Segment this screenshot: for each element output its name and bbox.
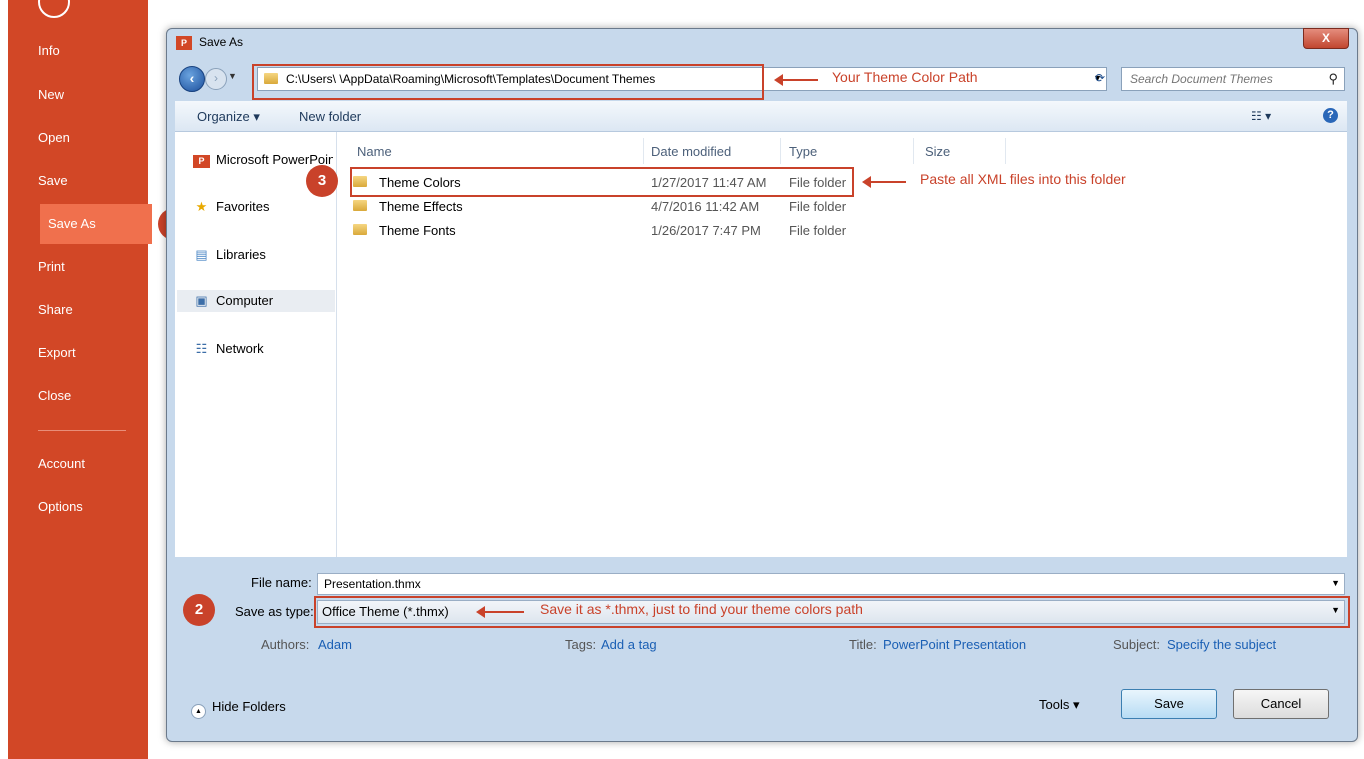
folder-icon: [353, 200, 367, 211]
type-annotation: Save it as *.thmx, just to find your the…: [540, 601, 863, 617]
nav-item-powerpoint[interactable]: P Microsoft PowerPoint: [193, 152, 333, 168]
file-row-theme-fonts[interactable]: Theme Fonts 1/26/2017 7:47 PM File folde…: [351, 218, 1341, 242]
chevron-down-icon[interactable]: ▼: [1331, 578, 1340, 588]
new-folder-button[interactable]: New folder: [299, 109, 361, 124]
title-value[interactable]: PowerPoint Presentation: [883, 637, 1026, 652]
authors-label: Authors:: [261, 637, 310, 652]
tags-label: Tags:: [565, 637, 597, 652]
sidebar-item-print[interactable]: Print: [8, 247, 148, 287]
organize-button[interactable]: Organize ▾: [197, 109, 260, 125]
nav-item-favorites[interactable]: ★ Favorites: [193, 199, 333, 215]
step-2-badge: 2: [183, 594, 215, 626]
back-icon[interactable]: [38, 0, 70, 18]
tags-value[interactable]: Add a tag: [601, 637, 657, 652]
history-dropdown-icon[interactable]: ▼: [228, 71, 237, 81]
column-header-name[interactable]: Name: [357, 144, 392, 159]
subject-value[interactable]: Specify the subject: [1167, 637, 1276, 652]
sidebar-item-options[interactable]: Options: [8, 487, 148, 527]
dialog-title: Save As: [199, 35, 244, 49]
search-icon[interactable]: ⚲: [1328, 71, 1338, 87]
nav-item-network[interactable]: ☷ Network: [193, 341, 333, 357]
forward-arrow-icon[interactable]: ›: [205, 68, 227, 90]
sidebar-item-info[interactable]: Info: [8, 31, 148, 71]
sidebar-item-new[interactable]: New: [8, 75, 148, 115]
sidebar-divider: [38, 430, 126, 431]
sidebar-item-save-as[interactable]: Save As: [40, 204, 152, 244]
authors-value[interactable]: Adam: [318, 637, 352, 652]
computer-icon: ▣: [195, 293, 208, 308]
arrow-left-icon: [862, 176, 906, 188]
column-separator[interactable]: [1005, 138, 1006, 164]
save-button[interactable]: Save: [1121, 689, 1217, 719]
command-toolbar: Organize ▾ New folder ☷ ▾ ?: [175, 101, 1347, 132]
cancel-button[interactable]: Cancel: [1233, 689, 1329, 719]
file-row-theme-effects[interactable]: Theme Effects 4/7/2016 11:42 AM File fol…: [351, 194, 1341, 218]
nav-item-computer[interactable]: ▣ Computer: [177, 290, 335, 312]
sidebar-item-save[interactable]: Save: [8, 161, 148, 201]
chevron-up-icon: ▲: [191, 704, 206, 719]
refresh-icon[interactable]: ⟳: [1089, 67, 1111, 89]
subject-label: Subject:: [1113, 637, 1160, 652]
path-annotation: Your Theme Color Path: [832, 69, 978, 85]
sidebar-item-account[interactable]: Account: [8, 444, 148, 484]
column-header-date[interactable]: Date modified: [651, 144, 731, 159]
address-highlight-box: [252, 64, 764, 100]
file-name-input[interactable]: [322, 576, 1306, 592]
search-box[interactable]: ⚲: [1121, 67, 1345, 91]
library-icon: ▤: [195, 247, 208, 262]
close-button[interactable]: X: [1303, 28, 1349, 49]
save-as-dialog: P Save As X ‹ › ▼ C:\Users\ \AppData\Roa…: [166, 28, 1358, 742]
folder-annotation: Paste all XML files into this folder: [920, 171, 1126, 187]
hide-folders-button[interactable]: ▲ Hide Folders: [191, 699, 286, 719]
step-3-badge: 3: [306, 165, 338, 197]
column-separator[interactable]: [643, 138, 644, 164]
save-type-label: Save as type:: [235, 604, 314, 619]
help-icon[interactable]: ?: [1323, 108, 1338, 123]
backstage-sidebar: Info New Open Save Save As Print Share E…: [8, 0, 152, 759]
column-separator[interactable]: [913, 138, 914, 164]
column-separator[interactable]: [780, 138, 781, 164]
network-icon: ☷: [195, 341, 208, 356]
arrow-left-icon: [774, 74, 818, 86]
navigation-pane: P Microsoft PowerPoint ★ Favorites ▤ Librar…: [175, 132, 337, 557]
powerpoint-icon: P: [193, 155, 210, 168]
view-options-icon[interactable]: ☷ ▾: [1251, 109, 1271, 123]
powerpoint-icon: P: [176, 36, 192, 50]
sidebar-item-share[interactable]: Share: [8, 290, 148, 330]
folder-icon: [353, 224, 367, 235]
file-name-field[interactable]: ▼: [317, 573, 1345, 595]
column-header-type[interactable]: Type: [789, 144, 817, 159]
sidebar-item-open[interactable]: Open: [8, 118, 148, 158]
arrow-left-icon: [476, 606, 524, 618]
nav-item-libraries[interactable]: ▤ Libraries: [193, 247, 333, 263]
search-input[interactable]: [1128, 71, 1312, 87]
file-name-label: File name:: [251, 575, 312, 590]
star-icon: ★: [195, 199, 208, 214]
sidebar-item-export[interactable]: Export: [8, 333, 148, 373]
title-label: Title:: [849, 637, 877, 652]
theme-colors-highlight-box: [350, 167, 854, 197]
sidebar-item-close[interactable]: Close: [8, 376, 148, 416]
tools-button[interactable]: Tools ▾: [1039, 697, 1080, 713]
dialog-titlebar[interactable]: P Save As X: [167, 28, 1357, 57]
back-arrow-icon[interactable]: ‹: [179, 66, 205, 92]
column-header-size[interactable]: Size: [925, 144, 950, 159]
